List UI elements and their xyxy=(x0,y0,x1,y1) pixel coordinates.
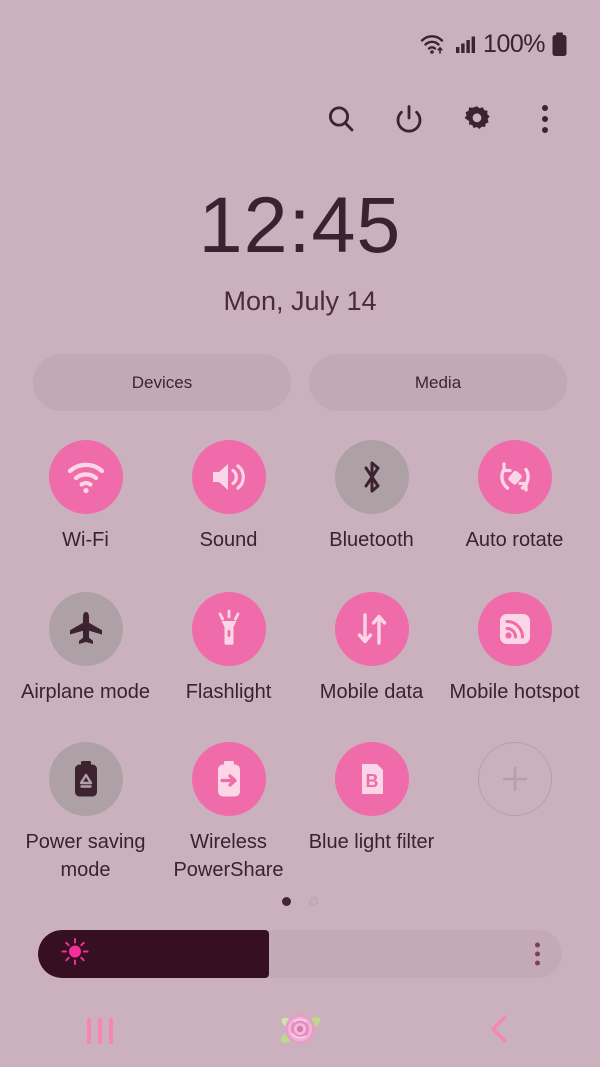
tile-auto-rotate[interactable]: Auto rotate xyxy=(443,440,586,592)
navigation-bar xyxy=(0,995,600,1067)
brightness-slider[interactable] xyxy=(38,930,562,978)
tile-label: Bluetooth xyxy=(329,529,414,551)
recents-button[interactable] xyxy=(0,1018,200,1044)
tile-label: Blue light filter xyxy=(308,831,435,853)
powershare-icon xyxy=(191,742,266,816)
mobile-data-icon xyxy=(334,592,409,666)
page-indicator xyxy=(0,897,600,906)
header-icon-row xyxy=(0,90,600,148)
tile-sound[interactable]: Sound xyxy=(157,440,300,592)
tile-row: Airplane mode Flashlight Mobile data Mob… xyxy=(14,592,586,742)
page-dot-1[interactable] xyxy=(282,897,291,906)
tile-flashlight[interactable]: Flashlight xyxy=(157,592,300,742)
clock-time: 12:45 xyxy=(198,180,402,269)
quick-settings-panel: 100% 12:45 Mon, July 14 Devices Media Wi… xyxy=(0,0,600,1067)
home-button[interactable] xyxy=(200,1001,400,1062)
tile-label: Mobile data xyxy=(319,681,424,703)
gear-icon[interactable] xyxy=(460,102,494,136)
wifi-data-icon xyxy=(419,31,449,57)
rose-home-icon xyxy=(272,1001,328,1062)
status-bar: 100% xyxy=(0,0,600,88)
tile-bluetooth[interactable]: Bluetooth xyxy=(300,440,443,592)
tile-label: Airplane mode xyxy=(21,681,150,703)
airplane-icon xyxy=(48,592,123,666)
pill-row: Devices Media xyxy=(33,354,567,411)
hotspot-icon xyxy=(477,592,552,666)
search-icon[interactable] xyxy=(324,102,358,136)
back-chevron-icon xyxy=(485,1012,515,1051)
tile-wireless-powershare[interactable]: Wireless PowerShare xyxy=(157,742,300,892)
tile-airplane-mode[interactable]: Airplane mode xyxy=(14,592,157,742)
blue-light-filter-icon: B xyxy=(334,742,409,816)
tile-row: Wi-Fi Sound Bluetooth Auto rotate xyxy=(14,440,586,592)
devices-pill-label: Devices xyxy=(131,372,193,392)
power-icon[interactable] xyxy=(392,102,426,136)
tile-label: Mobile hotspot xyxy=(449,681,580,703)
speaker-icon xyxy=(191,440,266,514)
tile-blue-light-filter[interactable]: B Blue light filter xyxy=(300,742,443,892)
tile-mobile-hotspot[interactable]: Mobile hotspot xyxy=(443,592,586,742)
tile-label: Power saving mode xyxy=(25,831,146,881)
tile-label: Wi-Fi xyxy=(62,529,109,551)
battery-percent-label: 100% xyxy=(483,29,545,58)
page-dot-2[interactable] xyxy=(309,897,318,906)
back-button[interactable] xyxy=(400,1012,600,1051)
tile-power-saving-mode[interactable]: Power saving mode xyxy=(14,742,157,892)
tile-add-button[interactable] xyxy=(443,742,586,892)
clock-area: 12:45 Mon, July 14 xyxy=(0,185,600,317)
media-pill-label: Media xyxy=(414,372,462,392)
flashlight-icon xyxy=(191,592,266,666)
media-pill[interactable]: Media xyxy=(309,354,567,411)
battery-saver-icon xyxy=(48,742,123,816)
more-vertical-icon[interactable] xyxy=(528,102,562,136)
tile-mobile-data[interactable]: Mobile data xyxy=(300,592,443,742)
brightness-more-icon[interactable] xyxy=(535,942,540,966)
devices-pill[interactable]: Devices xyxy=(33,354,291,411)
tile-label: Wireless PowerShare xyxy=(173,831,284,881)
tile-label: Auto rotate xyxy=(465,529,564,551)
tile-row: Power saving mode Wireless PowerShare B … xyxy=(14,742,586,892)
bluetooth-icon xyxy=(334,440,409,514)
auto-rotate-icon xyxy=(477,440,552,514)
wifi-icon xyxy=(48,440,123,514)
brightness-sun-icon xyxy=(60,937,90,972)
tile-label: Flashlight xyxy=(185,681,272,703)
cellular-signal-icon xyxy=(455,34,477,54)
svg-text:B: B xyxy=(365,771,378,791)
tile-wifi[interactable]: Wi-Fi xyxy=(14,440,157,592)
recents-icon xyxy=(87,1018,113,1044)
add-icon xyxy=(477,742,552,816)
tile-label: Sound xyxy=(199,529,258,551)
quick-settings-grid: Wi-Fi Sound Bluetooth Auto rotate Airpla… xyxy=(14,440,586,892)
battery-full-icon xyxy=(551,32,568,57)
clock-date: Mon, July 14 xyxy=(223,286,377,316)
